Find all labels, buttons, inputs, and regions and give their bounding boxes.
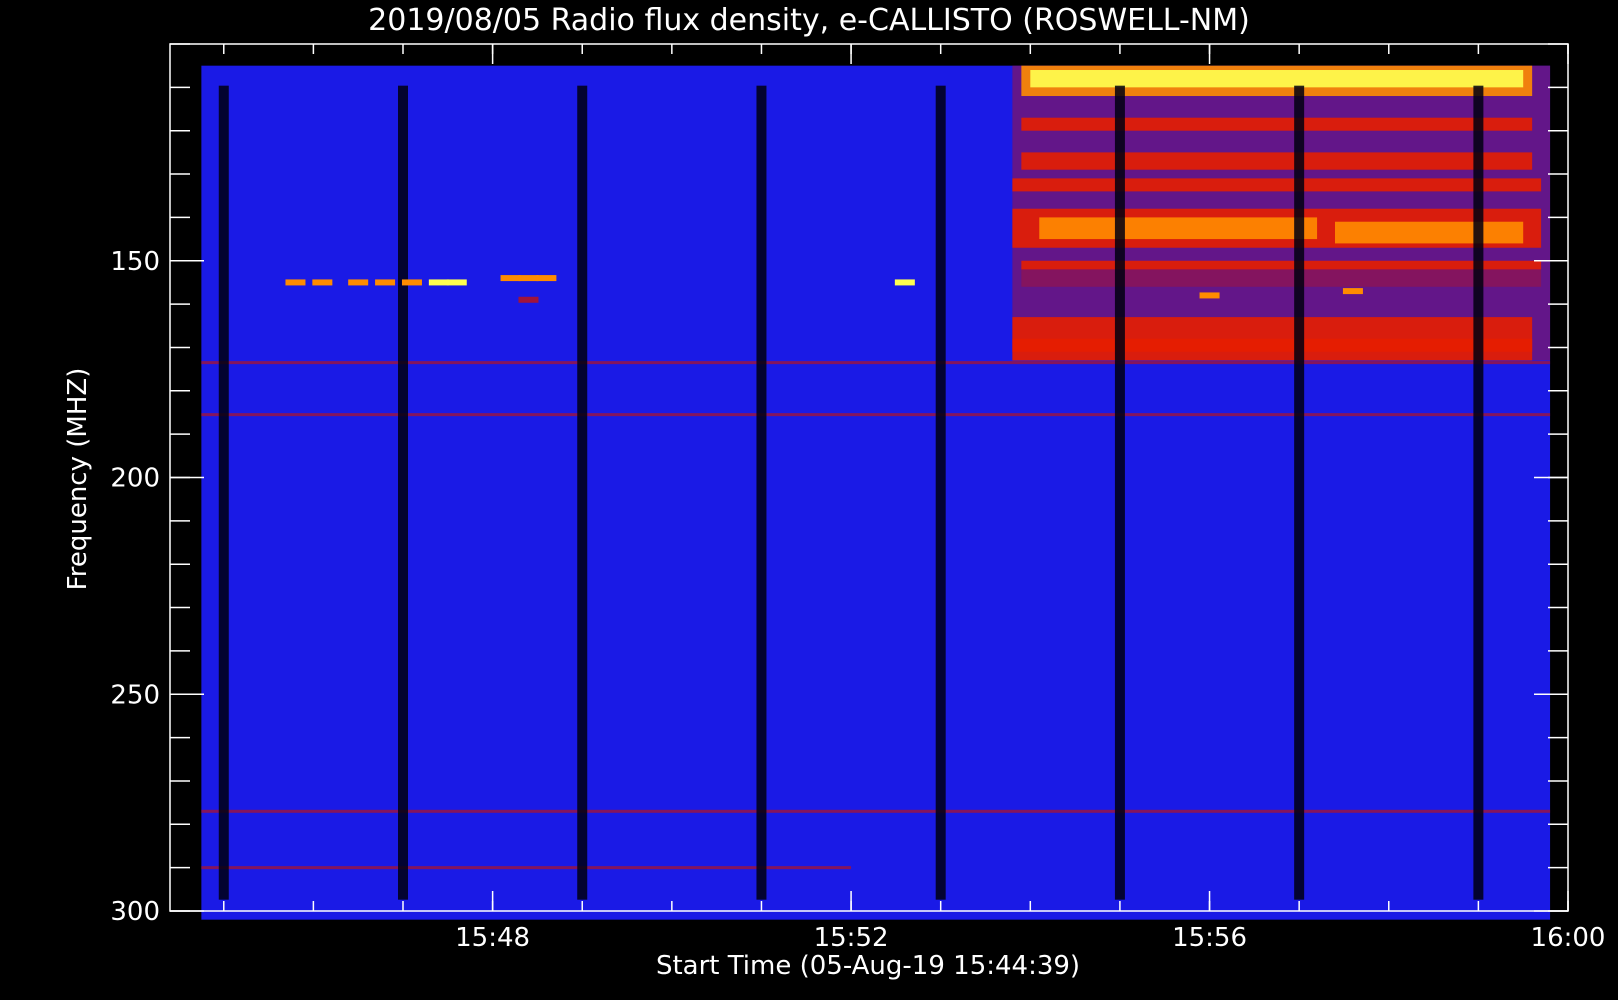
x-axis-label: Start Time (05-Aug-19 15:44:39) [656, 951, 1080, 981]
burst-region [1335, 221, 1524, 244]
spot-event [348, 279, 369, 286]
chart-title: 2019/08/05 Radio flux density, e-CALLIST… [368, 3, 1250, 38]
burst-region [1021, 152, 1533, 170]
calibration-gap [756, 85, 767, 900]
spot-event [312, 279, 333, 286]
calibration-gap [1114, 85, 1125, 900]
calibration-gap [218, 85, 229, 900]
spot-event [285, 279, 306, 286]
burst-region [1030, 70, 1524, 88]
calibration-gap [1294, 85, 1305, 900]
calibration-gap [935, 85, 946, 900]
spot-event [428, 279, 449, 286]
y-tick-label: 250 [110, 680, 160, 710]
x-tick-label: 15:48 [455, 923, 530, 953]
spot-event [518, 296, 539, 303]
spot-event [500, 275, 521, 282]
burst-region [1021, 117, 1533, 131]
spot-event [446, 279, 467, 286]
burst-region [1012, 178, 1542, 192]
spot-event [1199, 292, 1220, 299]
y-tick-label: 300 [110, 897, 160, 927]
spectrogram-chart: 15:48 15:52 15:56 16:00 150 200 250 300 2019/08… [0, 0, 1618, 1000]
spot-event [536, 275, 557, 282]
y-tick-label: 200 [110, 464, 160, 494]
y-tick-label: 150 [110, 247, 160, 277]
interference-line [201, 866, 852, 870]
x-tick-label: 15:52 [814, 923, 889, 953]
x-tick-label: 15:56 [1172, 923, 1247, 953]
spot-event [518, 275, 539, 282]
calibration-gap [577, 85, 588, 900]
y-axis-label: Frequency (MHZ) [63, 368, 93, 591]
spot-event [1342, 288, 1363, 295]
burst-region [1039, 217, 1318, 240]
burst-region [1021, 260, 1542, 270]
spot-event [401, 279, 422, 286]
heatmap-layer [201, 65, 1551, 920]
spot-event [375, 279, 396, 286]
burst-region [1012, 338, 1533, 352]
calibration-gap [1473, 85, 1484, 900]
burst-region [1021, 269, 1542, 287]
x-tick-label: 16:00 [1531, 923, 1606, 953]
calibration-gap [398, 85, 408, 900]
spot-event [894, 279, 915, 286]
